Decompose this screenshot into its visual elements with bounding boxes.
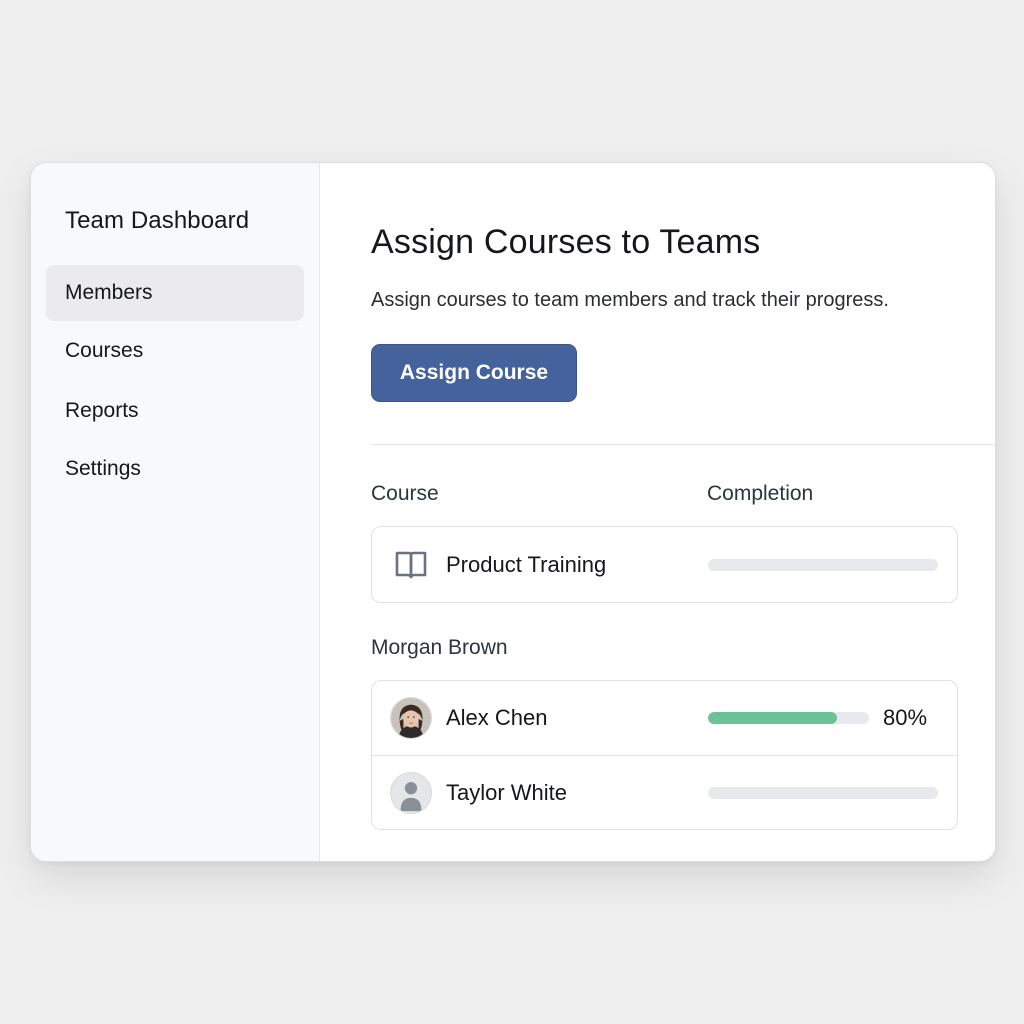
member-progress-percent: 80% <box>883 705 928 730</box>
page-title: Assign Courses to Teams <box>371 223 761 261</box>
member-row[interactable]: Taylor White <box>372 755 957 829</box>
placeholder-avatar-icon <box>391 773 431 813</box>
main-content: Assign Courses to Teams Assign courses t… <box>320 163 995 861</box>
column-header-course: Course <box>371 482 439 505</box>
page-subtitle: Assign courses to team members and track… <box>371 289 889 311</box>
course-card: Product Training <box>371 526 958 603</box>
member-progress-fill <box>708 712 837 724</box>
sidebar-item-label: Members <box>65 281 153 304</box>
assign-course-button[interactable]: Assign Course <box>371 344 577 402</box>
sidebar-item-courses[interactable]: Courses <box>46 323 304 379</box>
member-progress-bar <box>708 712 869 724</box>
avatar <box>390 772 432 814</box>
sidebar: Team Dashboard Members Courses Reports S… <box>31 163 320 861</box>
group-label: Morgan Brown <box>371 636 508 659</box>
sidebar-title: Team Dashboard <box>65 207 250 234</box>
course-name: Product Training <box>446 551 607 577</box>
app-window: Team Dashboard Members Courses Reports S… <box>30 162 996 862</box>
course-progress-bar <box>708 558 938 571</box>
column-header-completion: Completion <box>707 482 814 505</box>
sidebar-item-settings[interactable]: Settings <box>46 441 304 497</box>
book-icon <box>395 551 427 579</box>
member-row[interactable]: Alex Chen 80% <box>372 681 957 755</box>
course-row[interactable]: Product Training <box>372 527 957 602</box>
sidebar-item-reports[interactable]: Reports <box>46 383 304 439</box>
member-progress-bar <box>708 787 938 799</box>
divider <box>371 444 995 445</box>
photo-avatar-icon <box>391 698 431 738</box>
member-name: Alex Chen <box>446 705 548 730</box>
member-name: Taylor White <box>446 780 568 805</box>
sidebar-item-label: Courses <box>65 339 144 362</box>
sidebar-item-members[interactable]: Members <box>46 265 304 321</box>
sidebar-item-label: Reports <box>65 399 139 422</box>
sidebar-item-label: Settings <box>65 457 141 480</box>
members-card: Alex Chen 80% Taylor White <box>371 680 958 830</box>
avatar <box>390 697 432 739</box>
